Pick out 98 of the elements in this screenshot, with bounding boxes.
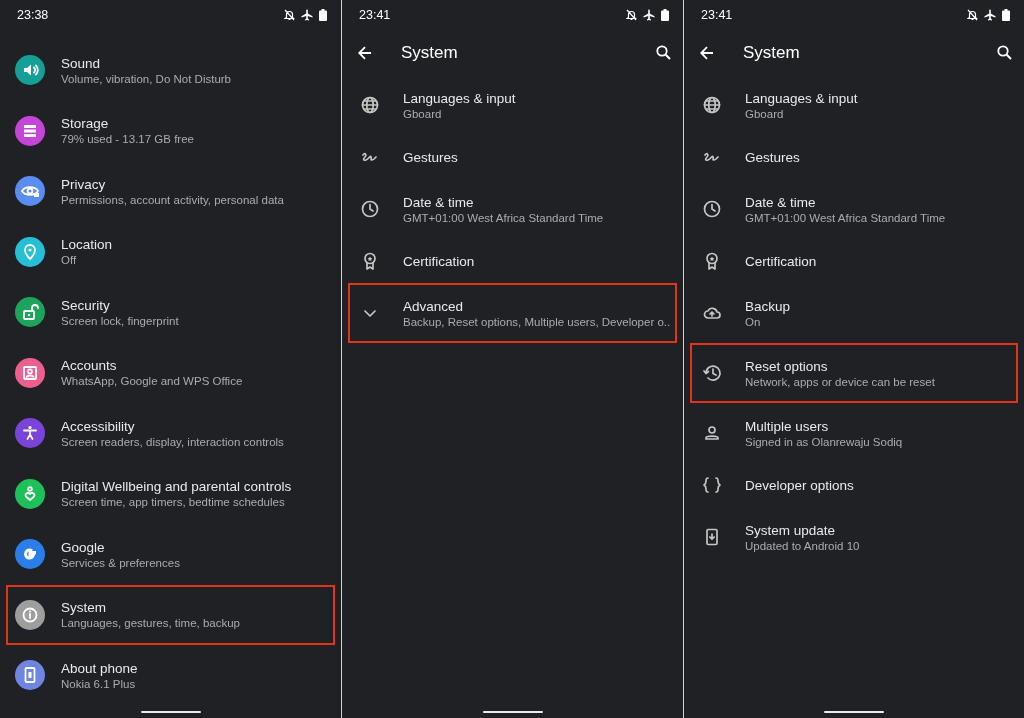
setting-title: Gestures	[745, 149, 800, 165]
back-arrow-icon[interactable]	[700, 45, 714, 60]
globe-icon	[360, 95, 380, 115]
setting-title: Backup	[745, 298, 791, 314]
setting-title: Sound	[61, 55, 102, 71]
setting-summary: Volume, vibration, Do Not Disturb	[61, 72, 232, 85]
setting-row[interactable]: Digital Wellbeing and parental controls Screen time, app timers, bedtime schedules	[6, 463, 335, 524]
airplane-icon	[984, 9, 996, 21]
setting-summary: Screen readers, display, interaction controls	[61, 435, 284, 448]
airplane-icon	[301, 9, 313, 21]
setting-row[interactable]: Security Screen lock, fingerprint	[6, 282, 335, 343]
status-time: 23:38	[17, 8, 49, 22]
setting-summary: Updated to Android 10	[745, 539, 860, 552]
setting-row[interactable]: Sound Volume, vibration, Do Not Disturb	[6, 40, 335, 101]
setting-row[interactable]: Storage 79% used - 13.17 GB free	[6, 100, 335, 161]
setting-title: Gestures	[403, 149, 458, 165]
setting-title: Reset options	[745, 358, 829, 374]
setting-summary: GMT+01:00 West Africa Standard Time	[745, 211, 946, 224]
setting-title: Advanced	[403, 298, 465, 314]
setting-summary: Languages, gestures, time, backup	[61, 617, 240, 630]
battery-icon	[319, 9, 327, 21]
setting-title: Date & time	[403, 194, 475, 210]
setting-row[interactable]: System update Updated to Android 10	[690, 507, 1018, 567]
setting-title: About phone	[61, 660, 138, 676]
setting-summary: Off	[61, 254, 78, 267]
setting-title: Location	[61, 237, 113, 253]
setting-summary: Screen lock, fingerprint	[61, 314, 179, 327]
setting-summary: Gboard	[745, 107, 785, 120]
status-time: 23:41	[359, 8, 391, 22]
setting-row[interactable]: Backup On	[690, 283, 1018, 343]
setting-row[interactable]: Certification	[690, 239, 1018, 283]
setting-row[interactable]: Google Services & preferences	[6, 524, 335, 585]
setting-title: System update	[745, 522, 837, 538]
setting-row[interactable]: Languages & input Gboard	[348, 75, 677, 135]
setting-summary: WhatsApp, Google and WPS Office	[61, 375, 243, 388]
setting-row[interactable]: Date & time GMT+01:00 West Africa Standard Time	[348, 179, 677, 239]
setting-title: Languages & input	[403, 90, 516, 106]
status-time: 23:41	[701, 8, 733, 22]
setting-summary: Permissions, account activity, personal data	[61, 193, 284, 206]
setting-row[interactable]: Date & time GMT+01:00 West Africa Standard Time	[690, 179, 1018, 239]
setting-title: Security	[61, 297, 111, 313]
clock-icon	[702, 199, 722, 219]
setting-summary: Backup, Reset options, Multiple users, Developer o..	[403, 315, 671, 328]
setting-row[interactable]: Developer options	[690, 463, 1018, 507]
setting-title: Certification	[403, 253, 475, 269]
notifications-off-icon	[284, 9, 295, 21]
braces-icon	[702, 475, 722, 495]
notifications-off-icon	[967, 9, 978, 21]
setting-summary: On	[745, 315, 762, 328]
setting-summary: Gboard	[403, 107, 443, 120]
notifications-off-icon	[626, 9, 637, 21]
setting-row[interactable]: Gestures	[690, 135, 1018, 179]
setting-row[interactable]: Privacy Permissions, account activity, personal data	[6, 161, 335, 222]
navigation-handle[interactable]	[482, 711, 543, 713]
setting-row[interactable]: About phone Nokia 6.1 Plus	[6, 645, 335, 706]
setting-summary: GMT+01:00 West Africa Standard Time	[403, 211, 604, 224]
highlighted-setting-row[interactable]: Reset options Network, apps or device can be reset	[690, 343, 1018, 403]
screen-title: System	[401, 42, 459, 63]
setting-row[interactable]: Location Off	[6, 221, 335, 282]
setting-title: Storage	[61, 116, 110, 132]
person-icon	[702, 423, 722, 443]
setting-title: Developer options	[745, 477, 854, 493]
battery-icon	[661, 9, 669, 21]
battery-icon	[1002, 9, 1010, 21]
setting-title: Google	[61, 539, 106, 555]
setting-row[interactable]: Certification	[348, 239, 677, 283]
screen-title: System	[743, 42, 801, 63]
globe-icon	[702, 95, 722, 115]
highlighted-setting-row[interactable]: Advanced Backup, Reset options, Multiple users, Developer o..	[348, 283, 677, 343]
setting-title: Accounts	[61, 358, 118, 374]
setting-title: Multiple users	[745, 418, 830, 434]
clock-icon	[360, 199, 380, 219]
airplane-icon	[643, 9, 655, 21]
back-arrow-icon[interactable]	[358, 45, 372, 60]
setting-summary: Nokia 6.1 Plus	[61, 677, 137, 690]
setting-summary: Screen time, app timers, bedtime schedules	[61, 496, 286, 509]
setting-row[interactable]: Accessibility Screen readers, display, interaction controls	[6, 403, 335, 464]
setting-title: Accessibility	[61, 418, 136, 434]
highlighted-setting-row[interactable]: System Languages, gestures, time, backup	[6, 584, 335, 645]
setting-title: Date & time	[745, 194, 817, 210]
setting-summary: Services & preferences	[61, 556, 180, 569]
search-icon[interactable]	[997, 45, 1012, 60]
setting-row[interactable]: Multiple users Signed in as Olanrewaju Sodiq	[690, 403, 1018, 463]
history-icon	[702, 363, 722, 383]
setting-title: System	[61, 600, 107, 616]
setting-summary: Network, apps or device can be reset	[745, 375, 935, 388]
navigation-handle[interactable]	[824, 711, 884, 713]
setting-title: Digital Wellbeing and parental controls	[61, 479, 292, 495]
search-icon[interactable]	[656, 45, 671, 60]
setting-row[interactable]: Languages & input Gboard	[690, 75, 1018, 135]
setting-title: Certification	[745, 253, 817, 269]
navigation-handle[interactable]	[140, 711, 201, 713]
setting-summary: 79% used - 13.17 GB free	[61, 133, 194, 146]
setting-title: Languages & input	[745, 90, 858, 106]
setting-summary: Signed in as Olanrewaju Sodiq	[745, 435, 903, 448]
setting-row[interactable]: Gestures	[348, 135, 677, 179]
setting-row[interactable]: Accounts WhatsApp, Google and WPS Office	[6, 342, 335, 403]
setting-title: Privacy	[61, 176, 107, 192]
